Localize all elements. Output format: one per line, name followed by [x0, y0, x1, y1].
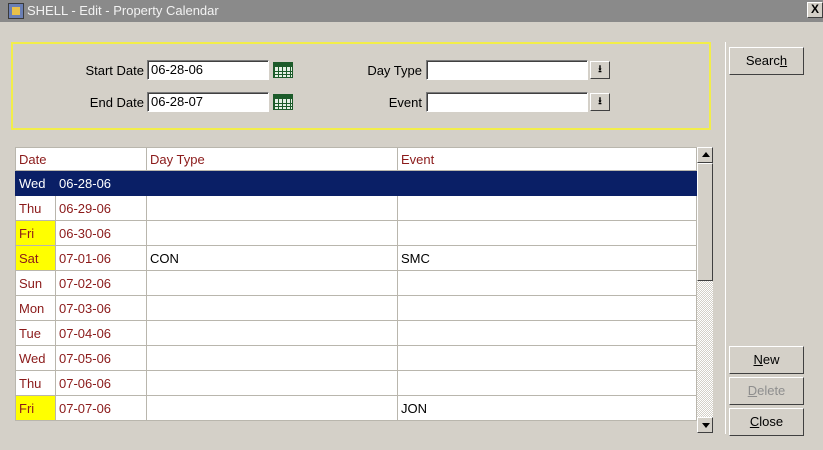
column-header-day-type[interactable]: Day Type [146, 147, 398, 171]
row-day[interactable]: Thu [15, 195, 56, 221]
table-row[interactable]: Sat 07-01-06 CON SMC [15, 245, 697, 271]
row-day-type[interactable] [146, 345, 398, 371]
row-date[interactable]: 07-03-06 [55, 295, 147, 321]
row-day[interactable]: Tue [15, 320, 56, 346]
delete-button-mnemonic: D [747, 383, 758, 398]
scroll-up-icon[interactable] [697, 147, 713, 163]
row-event[interactable] [397, 170, 697, 196]
table-row[interactable]: Mon 07-03-06 [15, 295, 697, 321]
search-button[interactable]: Search [729, 47, 804, 75]
day-type-field[interactable] [426, 60, 588, 80]
table-row[interactable]: Fri 07-07-06 JON [15, 395, 697, 421]
row-day[interactable]: Sat [15, 245, 56, 271]
start-date-calendar-icon[interactable] [273, 62, 293, 78]
row-event[interactable] [397, 220, 697, 246]
row-date[interactable]: 06-30-06 [55, 220, 147, 246]
calendar-table: Date Day Type Event Wed 06-28-06 Thu 06-29-… [15, 147, 697, 421]
table-row[interactable]: Wed 07-05-06 [15, 345, 697, 371]
row-date[interactable]: 07-01-06 [55, 245, 147, 271]
delete-button-label: elete [757, 383, 786, 398]
event-label: Event [388, 95, 422, 110]
table-row[interactable]: Sun 07-02-06 [15, 270, 697, 296]
end-date-field[interactable]: 06-28-07 [147, 92, 269, 112]
row-date[interactable]: 07-02-06 [55, 270, 147, 296]
row-day-type[interactable] [146, 270, 398, 296]
scroll-thumb[interactable] [697, 163, 713, 281]
start-date-label: Start Date [85, 63, 144, 78]
column-header-date[interactable]: Date [15, 147, 147, 171]
event-dropdown-icon[interactable]: ⭳ [590, 93, 610, 111]
window-title: SHELL - Edit - Property Calendar [27, 3, 219, 18]
scroll-down-icon[interactable] [697, 417, 713, 433]
row-event[interactable]: SMC [397, 245, 697, 271]
row-date[interactable]: 07-06-06 [55, 370, 147, 396]
row-day[interactable]: Mon [15, 295, 56, 321]
row-event[interactable] [397, 345, 697, 371]
row-date[interactable]: 06-29-06 [55, 195, 147, 221]
start-date-field[interactable]: 06-28-06 [147, 60, 269, 80]
close-window-button[interactable]: X [807, 2, 823, 18]
row-day-type[interactable] [146, 220, 398, 246]
table-row[interactable]: Tue 07-04-06 [15, 320, 697, 346]
row-day[interactable]: Wed [15, 170, 56, 196]
event-field[interactable] [426, 92, 588, 112]
search-button-label: Searc [745, 53, 780, 68]
row-day[interactable]: Fri [15, 395, 56, 421]
row-event[interactable] [397, 195, 697, 221]
filter-panel [11, 42, 711, 130]
title-bar: SHELL - Edit - Property Calendar X [0, 0, 823, 22]
delete-button[interactable]: Delete [729, 377, 804, 405]
row-day-type[interactable] [146, 370, 398, 396]
row-date[interactable]: 07-04-06 [55, 320, 147, 346]
table-row[interactable]: Thu 06-29-06 [15, 195, 697, 221]
row-day-type[interactable] [146, 170, 398, 196]
table-row[interactable]: Thu 07-06-06 [15, 370, 697, 396]
row-day[interactable]: Thu [15, 370, 56, 396]
row-event[interactable] [397, 295, 697, 321]
column-header-event[interactable]: Event [397, 147, 697, 171]
row-date[interactable]: 07-07-06 [55, 395, 147, 421]
row-day-type[interactable] [146, 195, 398, 221]
row-day-type[interactable] [146, 320, 398, 346]
button-panel [725, 42, 809, 434]
row-day-type[interactable] [146, 395, 398, 421]
day-type-dropdown-icon[interactable]: ⭳ [590, 61, 610, 79]
row-day[interactable]: Fri [15, 220, 56, 246]
row-event[interactable] [397, 320, 697, 346]
day-type-label: Day Type [367, 63, 422, 78]
row-day-type[interactable]: CON [146, 245, 398, 271]
table-row[interactable]: Fri 06-30-06 [15, 220, 697, 246]
row-date[interactable]: 06-28-06 [55, 170, 147, 196]
row-event[interactable]: JON [397, 395, 697, 421]
close-button-label: lose [759, 414, 784, 429]
row-day[interactable]: Wed [15, 345, 56, 371]
row-day-type[interactable] [146, 295, 398, 321]
grid-scrollbar[interactable] [697, 147, 713, 433]
row-event[interactable] [397, 370, 697, 396]
table-row[interactable]: Wed 06-28-06 [15, 170, 697, 196]
search-button-mnemonic: h [779, 53, 788, 68]
end-date-label: End Date [89, 95, 144, 110]
new-button-label: ew [762, 352, 780, 367]
new-button[interactable]: New [729, 346, 804, 374]
new-button-mnemonic: N [753, 352, 763, 367]
close-button-mnemonic: C [749, 414, 760, 429]
calendar-grid: Date Day Type Event Wed 06-28-06 Thu 06-29-… [15, 147, 713, 433]
row-event[interactable] [397, 270, 697, 296]
app-icon [8, 3, 24, 19]
end-date-calendar-icon[interactable] [273, 94, 293, 110]
close-button[interactable]: Close [729, 408, 804, 436]
row-date[interactable]: 07-05-06 [55, 345, 147, 371]
row-day[interactable]: Sun [15, 270, 56, 296]
